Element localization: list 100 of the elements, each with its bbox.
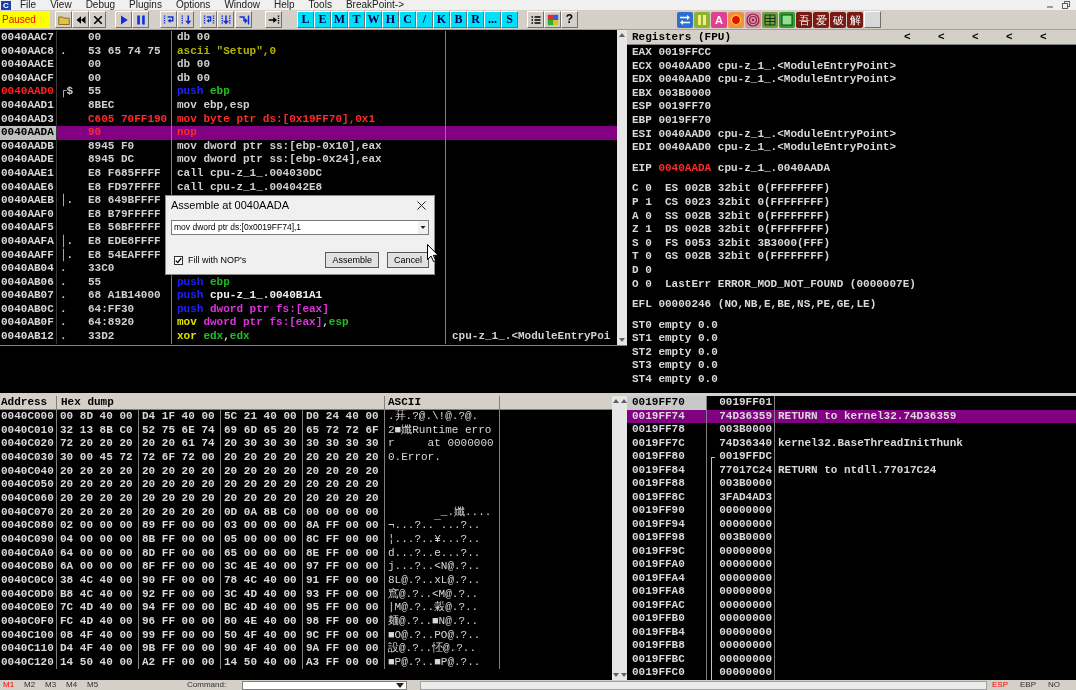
register-name: ST1 — [632, 332, 652, 346]
register-value: empty — [658, 373, 692, 387]
instruction-text: mov dword ptr ss:[ebp-0x10],eax — [177, 139, 382, 152]
menu-item[interactable]: View — [50, 0, 72, 10]
arrow-button[interactable]: < — [971, 30, 1005, 44]
letter-button[interactable]: K — [433, 11, 450, 28]
vertical-scrollbar[interactable] — [620, 396, 627, 680]
toolbar-button[interactable] — [177, 11, 194, 28]
memory-tab[interactable]: M3 — [45, 680, 66, 690]
hex-bytes: 00 — [88, 58, 102, 71]
memory-tab[interactable]: M4 — [66, 680, 87, 690]
menu-item[interactable]: Debug — [85, 0, 116, 10]
help-button[interactable]: ? — [561, 11, 578, 28]
toolbar-button[interactable] — [217, 11, 234, 28]
toolbar-button[interactable] — [72, 11, 89, 28]
character-button[interactable]: 解 — [847, 11, 863, 28]
arrow-button[interactable]: < — [1039, 30, 1073, 44]
letter-button[interactable]: C — [399, 11, 416, 28]
letter-button[interactable]: L — [297, 11, 314, 28]
grid-icon[interactable] — [762, 11, 778, 28]
memory-tab[interactable]: M2 — [24, 680, 45, 690]
hex-bytes: E8 F685FFFF — [88, 166, 161, 179]
character-button[interactable]: 破 — [830, 11, 846, 28]
register-comment: DS 002B 32bit 0(FFFFFFFF) — [665, 223, 831, 237]
scroll-up-icon[interactable] — [619, 33, 625, 37]
dot-icon[interactable] — [728, 11, 744, 28]
register-value: empty — [658, 318, 692, 333]
letter-button[interactable]: T — [348, 11, 365, 28]
letter-button[interactable]: H — [382, 11, 399, 28]
ascii-text: |M@.?..糓@.?.. — [388, 601, 479, 614]
dropdown-arrow-icon[interactable] — [396, 682, 405, 688]
window-icon[interactable] — [779, 11, 795, 28]
step-arrow-icon — [179, 13, 192, 26]
arrow-button[interactable]: < — [903, 30, 937, 44]
register-value: empty — [658, 332, 692, 346]
hex-bytes: 20 20 20 20 — [57, 478, 139, 492]
instruction-text: push cpu-z_1_.0040B1A1 — [177, 289, 323, 302]
restore-icon[interactable] — [1062, 1, 1070, 9]
character-button[interactable]: 爱 — [813, 11, 829, 28]
check-icon — [175, 256, 182, 264]
hex-bytes: 95 FF 00 00 — [303, 601, 385, 615]
register-name: EBP — [632, 113, 652, 128]
marker-text: . — [60, 262, 67, 275]
instruction-text: mov dword ptr fs:[eax],esp — [177, 316, 349, 329]
register-comment: GS 002B 32bit 0(FFFFFFFF) — [665, 250, 831, 264]
arrow-button[interactable]: < — [937, 30, 971, 44]
register-tab[interactable]: EBP — [1020, 680, 1048, 690]
ascii-text: ■O@.?..PO@.?.. — [388, 628, 481, 641]
dialog-button[interactable]: Assemble — [325, 252, 379, 268]
menu-item[interactable]: File — [20, 0, 37, 10]
letter-button[interactable]: W — [365, 11, 382, 28]
letter-button[interactable]: R — [467, 11, 484, 28]
toolbar-button[interactable] — [132, 11, 149, 28]
toolbar-button[interactable] — [235, 11, 252, 28]
instruction-text: mov dword ptr ss:[ebp-0x24],eax — [177, 153, 382, 166]
menu-item[interactable]: Help — [273, 0, 295, 10]
vertical-scrollbar[interactable] — [612, 396, 620, 680]
list-icon — [529, 13, 542, 26]
instruction-field[interactable]: mov dword ptr ds:[0x0019FF74],1 — [171, 220, 429, 235]
checkbox-label: Fill with NOP's — [188, 254, 247, 266]
letter-tile-button[interactable]: A — [711, 11, 727, 28]
hex-bytes: 52 75 6E 74 — [139, 423, 221, 438]
letter-button[interactable]: B — [450, 11, 467, 28]
menu-item[interactable]: Plugins — [129, 0, 162, 10]
scroll-down-icon[interactable] — [619, 338, 625, 342]
menu-item[interactable]: Window — [224, 0, 260, 10]
hex-bytes: 90 FF 00 00 — [139, 573, 221, 588]
target-icon[interactable] — [745, 11, 761, 28]
command-field[interactable] — [242, 680, 408, 690]
checkbox[interactable] — [174, 255, 183, 265]
toolbar-button[interactable] — [160, 11, 177, 28]
menu-item[interactable]: BreakPoint-> — [345, 0, 404, 10]
dialog-button[interactable]: Cancel — [387, 252, 429, 268]
memory-tab[interactable]: M5 — [87, 680, 108, 690]
letter-button[interactable]: M — [331, 11, 348, 28]
register-name: EFL — [632, 298, 652, 312]
toolbar-button[interactable] — [265, 11, 282, 28]
address-cell: 0040C0E0 — [0, 601, 57, 615]
toolbar-button[interactable] — [200, 11, 217, 28]
hex-bytes: 20 30 30 30 — [221, 437, 303, 451]
register-value: 0 — [645, 250, 652, 264]
register-tab[interactable]: NO — [1048, 680, 1076, 690]
menu-item[interactable]: Options — [175, 0, 211, 10]
disassembly-row[interactable]: 0040AADA 90 nop — [0, 126, 617, 140]
address-cell: 0040C060 — [0, 491, 57, 506]
toolbar-button[interactable] — [89, 11, 106, 28]
arrow-button[interactable]: < — [1005, 30, 1039, 44]
vertical-scrollbar[interactable] — [617, 30, 627, 345]
ascii-text: 窵@.?..<M@.?.. — [388, 587, 479, 600]
toolbar-button[interactable] — [527, 11, 544, 28]
address-cell: 0019FF70 — [627, 396, 707, 410]
swap-arrows-icon[interactable] — [677, 11, 693, 28]
letter-button[interactable]: S — [501, 11, 518, 28]
letter-button[interactable]: ... — [484, 11, 501, 28]
close-icon[interactable] — [417, 201, 426, 210]
character-button[interactable]: 吾 — [796, 11, 812, 28]
toolbar-button[interactable] — [115, 11, 132, 28]
menu-item[interactable]: Tools — [308, 0, 332, 10]
letter-button[interactable]: E — [314, 11, 331, 28]
letter-button[interactable]: / — [416, 11, 433, 28]
